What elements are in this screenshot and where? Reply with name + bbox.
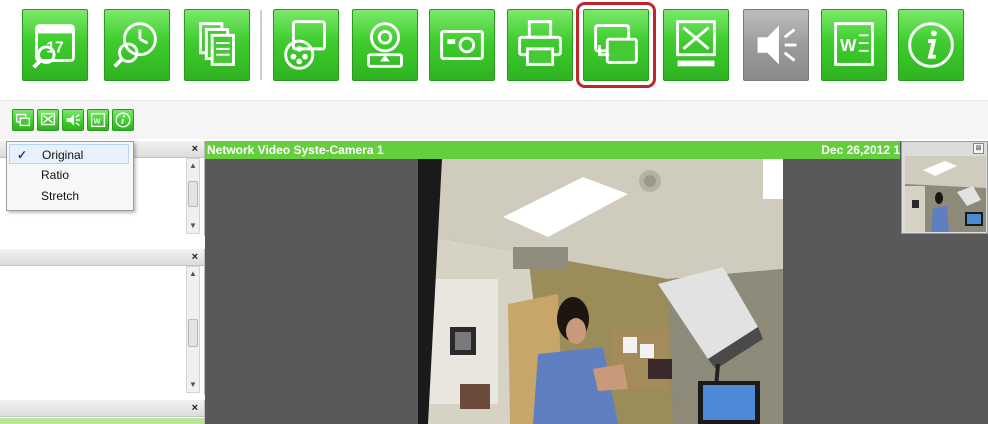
webcam-icon	[367, 22, 403, 68]
small-audio-button[interactable]	[62, 109, 84, 131]
snapshot-button[interactable]	[429, 9, 495, 81]
word-document-icon: W	[834, 22, 874, 66]
time-search-button[interactable]	[104, 9, 170, 81]
menu-item-original[interactable]: ✓ Original	[9, 144, 129, 164]
panel-header: ×	[0, 400, 204, 417]
word-document-icon: W	[90, 112, 106, 128]
thumbnail-close-button[interactable]: ⊠	[973, 143, 984, 154]
vertical-scrollbar[interactable]: ▲ ▼	[186, 266, 200, 393]
event-list-panel: × ▲ ▼	[0, 249, 205, 395]
small-fullscreen-button[interactable]	[37, 109, 59, 131]
webcam-button[interactable]	[352, 9, 418, 81]
calendar-search-icon: 17	[32, 24, 75, 69]
audio-button[interactable]	[743, 9, 809, 81]
menu-item-label: Stretch	[41, 189, 80, 203]
video-timestamp: Dec 26,2012 1	[821, 143, 900, 157]
scroll-down-arrow-icon[interactable]: ▼	[187, 219, 199, 233]
camera-thumbnail[interactable]: ⊠	[901, 141, 988, 234]
scroll-up-arrow-icon[interactable]: ▲	[187, 159, 199, 173]
scrollbar-thumb[interactable]	[188, 181, 198, 207]
vertical-scrollbar[interactable]: ▲ ▼	[186, 158, 200, 234]
menu-item-label: Original	[42, 148, 84, 162]
small-info-button[interactable]	[112, 109, 134, 131]
expand-icon	[40, 112, 56, 126]
checkmark-icon: ✓	[17, 148, 28, 162]
expand-icon	[676, 20, 716, 67]
panel-header: ×	[0, 249, 204, 266]
display-mode-menu: ✓ Original Ratio Stretch	[6, 141, 134, 211]
menu-item-ratio[interactable]: Ratio	[9, 165, 129, 185]
film-reel-icon	[284, 20, 326, 70]
video-title-bar: Network Video Syste-Camera 1 Dec 26,2012…	[205, 141, 900, 159]
camera-icon	[440, 29, 484, 61]
menu-item-label: Ratio	[41, 168, 70, 182]
menu-item-stretch[interactable]: Stretch	[9, 186, 129, 206]
info-icon	[908, 22, 954, 68]
panel-content-strip	[0, 418, 204, 424]
svg-text:W: W	[94, 117, 101, 126]
speaker-icon	[757, 25, 797, 65]
window-resize-icon	[594, 24, 638, 64]
svg-text:W: W	[840, 35, 857, 55]
toolbar-separator	[260, 10, 262, 80]
secondary-toolbar: W	[0, 100, 988, 139]
camera-scene-image	[418, 159, 783, 424]
scroll-down-arrow-icon[interactable]: ▼	[187, 378, 199, 392]
panel-close-button[interactable]: ×	[192, 249, 198, 265]
small-display-mode-button[interactable]	[12, 109, 34, 131]
thumbnail-scene-image	[905, 156, 986, 232]
video-display-area[interactable]: Network Video Syste-Camera 1 Dec 26,2012…	[205, 141, 988, 424]
scrollbar-thumb[interactable]	[188, 319, 198, 347]
fullscreen-button[interactable]	[663, 9, 729, 81]
export-word-button[interactable]: W	[821, 9, 887, 81]
third-panel: ×	[0, 400, 205, 424]
print-button[interactable]	[507, 9, 573, 81]
copy-files-button[interactable]	[184, 9, 250, 81]
display-mode-button[interactable]	[576, 2, 656, 88]
panel-close-button[interactable]: ×	[192, 400, 198, 416]
camera-name: Network Video Syste-Camera 1	[207, 143, 384, 157]
info-button[interactable]	[898, 9, 964, 81]
printer-icon	[518, 20, 562, 66]
panel-close-button[interactable]: ×	[192, 141, 198, 157]
video-settings-button[interactable]	[273, 9, 339, 81]
info-icon	[115, 112, 131, 128]
schedule-search-button[interactable]: 17	[22, 9, 88, 81]
scroll-up-arrow-icon[interactable]: ▲	[187, 267, 199, 281]
documents-icon	[199, 22, 235, 66]
speaker-icon	[66, 114, 81, 126]
camera-video-frame[interactable]	[418, 159, 783, 424]
window-resize-icon	[15, 113, 31, 127]
main-toolbar: 17 W	[0, 0, 988, 96]
clock-search-icon	[113, 22, 157, 68]
small-export-word-button[interactable]: W	[87, 109, 109, 131]
